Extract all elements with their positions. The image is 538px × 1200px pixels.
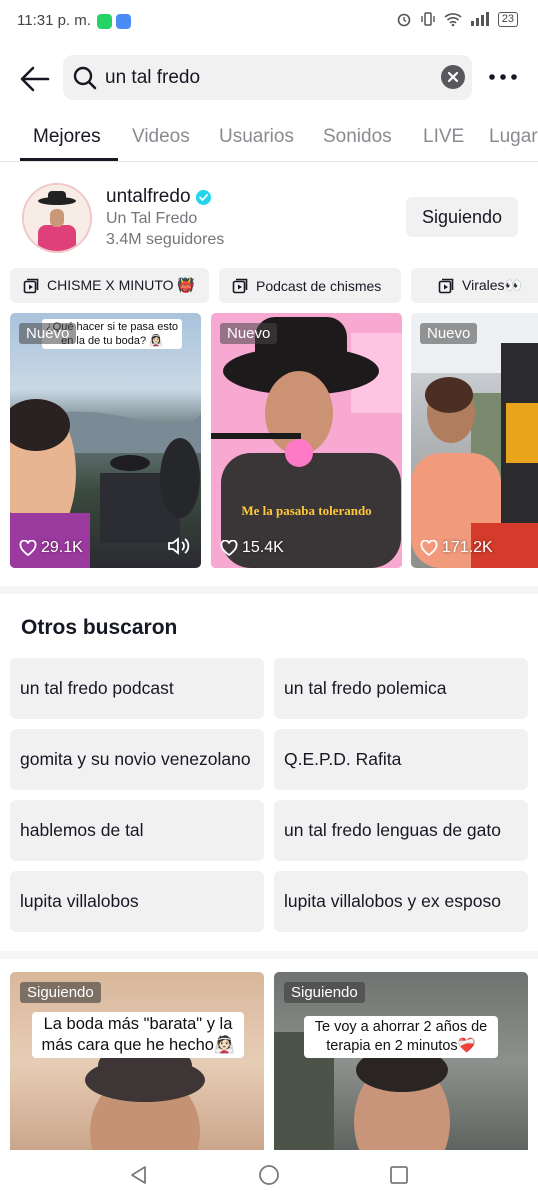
sound-icon[interactable] [167,535,191,557]
video-scene [211,313,402,568]
tab-mejores[interactable]: Mejores [33,126,101,148]
following-badge: Siguiendo [20,982,101,1003]
suggested-search[interactable]: un tal fredo polemica [274,658,528,719]
follower-count: 3.4M seguidores [106,231,225,248]
video-caption: La boda más "barata" y la más cara que h… [32,1012,244,1058]
suggested-search[interactable]: lupita villalobos [10,871,264,932]
like-count-text: 29.1K [41,539,83,556]
video-card[interactable]: Siguiendo La boda más "barata" y la más … [10,972,264,1152]
suggested-search[interactable]: lupita villalobos y ex esposo [274,871,528,932]
user-display-name: Un Tal Fredo [106,210,198,227]
back-arrow-icon[interactable] [18,62,52,96]
suggested-search[interactable]: hablemos de tal [10,800,264,861]
video-caption: Te voy a ahorrar 2 años de terapia en 2 … [304,1016,498,1058]
video-card[interactable]: Siguiendo Te voy a ahorrar 2 años de ter… [274,972,528,1152]
following-button[interactable]: Siguiendo [406,197,518,237]
playlist-icon [232,278,248,293]
playlist-icon [23,278,39,293]
playlist-icon [438,278,454,293]
suggested-search[interactable]: gomita y su novio venezolano [10,729,264,790]
new-badge: Nuevo [19,323,77,344]
like-count: 29.1K [19,539,83,557]
video-caption: Me la pasaba tolerando [241,503,372,518]
whatsapp-notification-icon [97,14,112,29]
video-thumbnail[interactable]: ¿Qué hacer si te pasa esto en la de tu b… [10,313,201,568]
heart-icon [420,540,438,556]
search-tabs: Mejores Videos Usuarios Sonidos LIVE Lug… [0,112,538,162]
like-count: 171.2K [420,539,493,557]
alarm-icon [397,13,411,27]
new-badge: Nuevo [420,323,478,344]
like-count-text: 15.4K [242,539,284,556]
following-badge: Siguiendo [284,982,365,1003]
tab-live[interactable]: LIVE [423,126,464,148]
clear-search-button[interactable] [441,65,465,89]
like-count: 15.4K [220,539,284,557]
user-result-username[interactable]: untalfredo [106,186,211,208]
tab-videos[interactable]: Videos [132,126,190,148]
playlist-chip[interactable]: CHISME X MINUTO 👹 [10,268,209,303]
verified-badge-icon [195,189,211,205]
system-navigation-bar [0,1150,538,1200]
suggested-search[interactable]: un tal fredo lenguas de gato [274,800,528,861]
video-thumbnail[interactable]: Nuevo 171.2K [411,313,538,568]
avatar[interactable] [22,183,92,253]
playlist-label: CHISME X MINUTO 👹 [47,277,195,293]
voicemail-notification-icon [116,14,131,29]
nav-recents-icon[interactable] [388,1164,410,1186]
like-count-text: 171.2K [442,539,493,556]
suggested-search[interactable]: un tal fredo podcast [10,658,264,719]
search-icon [73,66,97,90]
video-scene [10,399,201,568]
nav-back-icon[interactable] [128,1164,150,1186]
tab-lugares[interactable]: Lugar [489,126,538,148]
playlist-chip[interactable]: Podcast de chismes [219,268,401,303]
video-thumbnail[interactable]: Nuevo Me la pasaba tolerando 15.4K [211,313,402,568]
more-options-icon[interactable] [487,66,519,88]
tab-usuarios[interactable]: Usuarios [219,126,294,148]
signal-icon [470,12,489,26]
close-icon [447,71,459,83]
search-input[interactable]: un tal fredo [63,55,472,100]
username-text: untalfredo [106,186,191,207]
battery-indicator: 23 [497,11,518,27]
section-title: Otros buscaron [21,616,178,639]
tab-sonidos[interactable]: Sonidos [323,126,392,148]
playlist-label: Virales👀 [462,277,522,293]
suggested-search[interactable]: Q.E.P.D. Rafita [274,729,528,790]
heart-icon [220,540,238,556]
section-divider [0,586,538,594]
status-indicators: 23 [396,11,518,27]
heart-icon [19,540,37,556]
nav-home-icon[interactable] [258,1164,280,1186]
playlist-chip[interactable]: Virales👀 [411,268,538,303]
active-tab-indicator [20,158,118,161]
video-scene [411,313,538,568]
status-time: 11:31 p. m. [17,12,91,29]
section-divider [0,951,538,959]
new-badge: Nuevo [220,323,278,344]
status-bar: 11:31 p. m. 23 [0,0,538,44]
search-query: un tal fredo [105,67,201,88]
avatar-image [24,185,90,251]
wifi-icon [444,13,462,27]
vibrate-icon [421,12,435,26]
playlist-label: Podcast de chismes [256,277,382,294]
